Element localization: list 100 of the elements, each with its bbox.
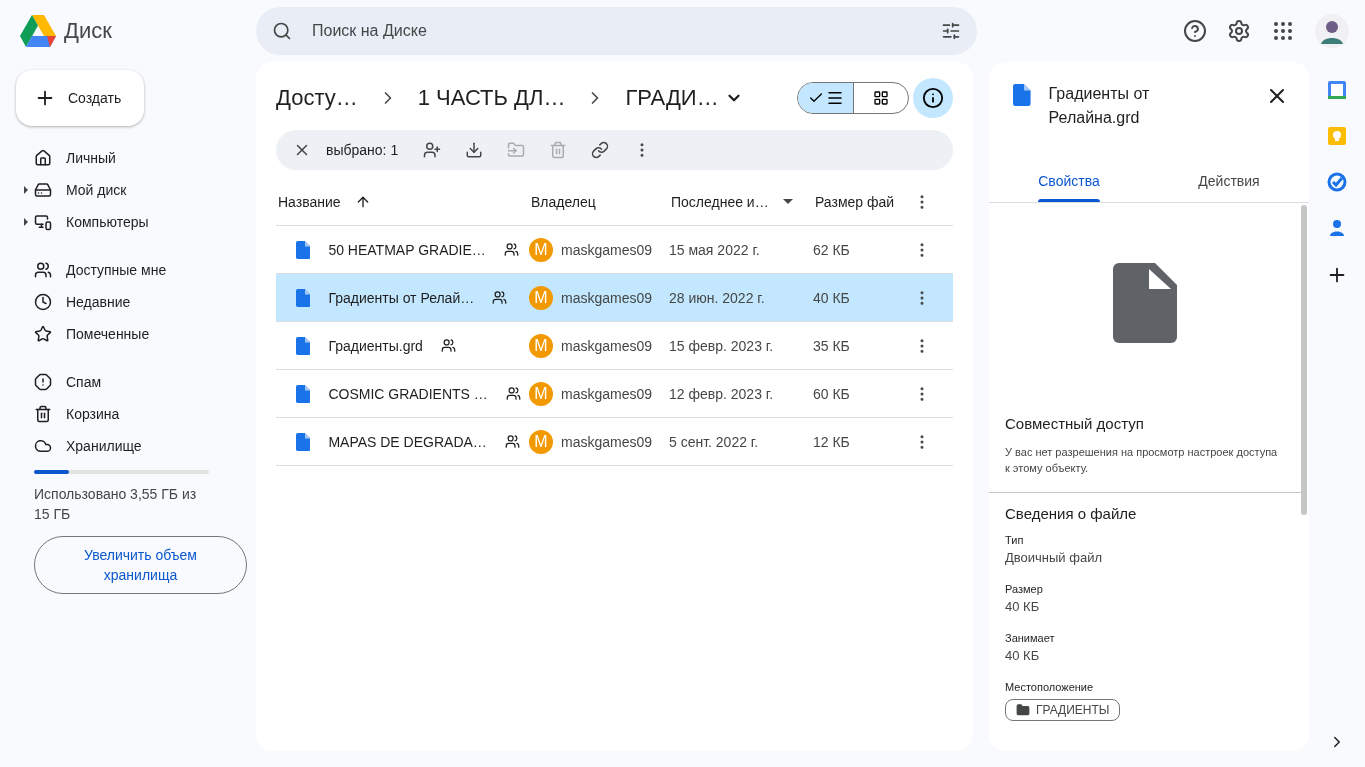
file-size: 62 КБ — [813, 241, 851, 258]
document-icon — [296, 432, 311, 451]
field-label: Занимает — [1005, 632, 1056, 644]
sidebar-item[interactable]: Недавние — [16, 286, 240, 318]
owner-name: maskgames09 — [561, 385, 653, 402]
file-size: 40 КБ — [813, 289, 851, 306]
field-value: Двоичный файл — [1005, 550, 1103, 565]
apps-grid-icon[interactable] — [1271, 19, 1295, 43]
sidebar-item[interactable]: Спам — [16, 366, 240, 398]
drive-logo-icon[interactable] — [20, 15, 56, 47]
expand-arrow-icon[interactable] — [24, 186, 28, 194]
owner-name: maskgames09 — [561, 289, 653, 306]
owner-name: maskgames09 — [561, 337, 653, 354]
owner-avatar: M — [529, 381, 553, 406]
file-name: 50 HEATMAP GRADIE… — [328, 241, 486, 258]
search-input[interactable]: Поиск на Диске — [310, 21, 923, 41]
computers-icon — [34, 213, 52, 231]
owner-avatar: M — [529, 285, 553, 310]
field-value: 40 КБ — [1005, 599, 1041, 614]
owner-name: maskgames09 — [561, 433, 653, 450]
field-label: Тип — [1005, 534, 1025, 546]
file-size: 35 КБ — [813, 337, 851, 354]
avatar[interactable] — [1315, 14, 1349, 48]
contacts-icon[interactable] — [1327, 218, 1347, 238]
sidebar-item[interactable]: Помеченные — [16, 318, 240, 350]
settings-icon[interactable] — [1227, 19, 1251, 43]
owner-avatar: M — [529, 237, 553, 262]
file-row[interactable]: Градиенты от Релай… M maskgames09 28 июн. 2022 г. 40 КБ — [276, 274, 953, 322]
help-icon[interactable] — [1183, 19, 1207, 43]
modified-date: 12 февр. 2023 г. — [669, 385, 775, 402]
field-label: Местоположение — [1005, 681, 1095, 693]
folder-icon — [1016, 703, 1030, 717]
sidebar-item[interactable]: Личный — [16, 142, 240, 174]
clock-icon — [34, 293, 52, 311]
sidebar-item[interactable]: Корзина — [16, 398, 240, 430]
file-name: Градиенты от Релай… — [328, 289, 475, 306]
file-row[interactable]: Градиенты.grd M maskgames09 15 февр. 2023 г. 35 КБ — [276, 322, 953, 370]
column-header[interactable]: Размер фай — [813, 193, 913, 210]
location-chip[interactable]: ГРАДИЕНТЫ — [1005, 699, 1121, 721]
home-icon — [34, 149, 52, 167]
sidebar-item[interactable]: Хранилище — [16, 430, 240, 462]
file-row[interactable]: MAPAS DE DEGRADA… M maskgames09 5 сент. 2022 г. 12 КБ — [276, 418, 953, 466]
caret-icon[interactable] — [782, 199, 793, 204]
star-icon — [34, 325, 52, 343]
people-icon — [440, 338, 456, 353]
document-icon — [296, 384, 311, 403]
breadcrumb[interactable]: ГРАДИ… — [625, 85, 743, 111]
document-icon — [296, 240, 311, 259]
file-name: MAPAS DE DEGRADA… — [328, 433, 487, 450]
storage-usage-text: Использовано 3,55 ГБ из 15 ГБ — [34, 485, 198, 524]
filter-icon[interactable] — [941, 21, 961, 41]
people-icon — [504, 434, 520, 449]
document-icon — [1013, 84, 1031, 106]
drive-icon — [34, 181, 52, 199]
file-name: COSMIC GRADIENTS … — [328, 385, 488, 402]
file-preview-icon — [1113, 263, 1177, 343]
field-label: Размер — [1005, 583, 1044, 595]
breadcrumb[interactable]: 1 ЧАСТЬ ДЛ… — [417, 85, 566, 111]
tab[interactable]: Свойства — [989, 160, 1149, 202]
section-heading: Совместный доступ — [1005, 415, 1145, 432]
list-icon — [825, 89, 844, 107]
list-view-button[interactable] — [798, 83, 853, 113]
sidebar-item[interactable]: Доступные мне — [16, 254, 240, 286]
modified-date: 15 февр. 2023 г. — [669, 337, 775, 354]
section-heading: Сведения о файле — [1005, 505, 1138, 522]
info-button[interactable] — [913, 78, 953, 118]
expand-arrow-icon[interactable] — [24, 218, 28, 226]
people-icon — [503, 242, 519, 257]
sidebar-item[interactable]: Компьютеры — [16, 206, 240, 238]
calendar-icon[interactable] — [1327, 80, 1347, 100]
column-header[interactable]: Название — [276, 193, 529, 210]
document-icon — [296, 288, 311, 307]
trash-icon — [34, 405, 52, 423]
grid-icon — [873, 90, 889, 106]
sidebar-item[interactable]: Мой диск — [16, 174, 240, 206]
document-icon — [296, 336, 311, 355]
info-icon — [922, 87, 944, 109]
modified-date: 5 сент. 2022 г. — [669, 433, 760, 450]
column-header[interactable]: Владелец — [529, 193, 669, 210]
sharing-note: У вас нет разрешения на просмотр настроек доступа к этому объекту. — [1005, 445, 1279, 476]
file-name: Градиенты.grd — [328, 337, 423, 354]
owner-name: maskgames09 — [561, 241, 653, 258]
file-row[interactable]: COSMIC GRADIENTS … M maskgames09 12 февр. 2023 г. 60 КБ — [276, 370, 953, 418]
people-icon — [34, 261, 52, 279]
search-icon[interactable] — [272, 21, 292, 41]
tasks-icon[interactable] — [1327, 172, 1347, 192]
create-button[interactable]: Создать — [16, 70, 144, 126]
breadcrumb[interactable]: Досту… — [276, 85, 358, 111]
modified-date: 28 июн. 2022 г. — [669, 289, 766, 306]
tab[interactable]: Действия — [1149, 160, 1309, 202]
scrollbar[interactable] — [1301, 205, 1307, 515]
modified-date: 15 мая 2022 г. — [669, 241, 761, 258]
field-value: 40 КБ — [1005, 648, 1041, 663]
people-icon — [492, 290, 508, 305]
owner-avatar: M — [529, 333, 553, 358]
owner-avatar: M — [529, 429, 553, 454]
warning-icon — [34, 373, 52, 391]
search-field[interactable]: Поиск на Диске — [256, 7, 977, 55]
selected-count: выбрано: 1 — [326, 142, 399, 158]
column-header[interactable]: Последнее и… — [669, 193, 813, 210]
